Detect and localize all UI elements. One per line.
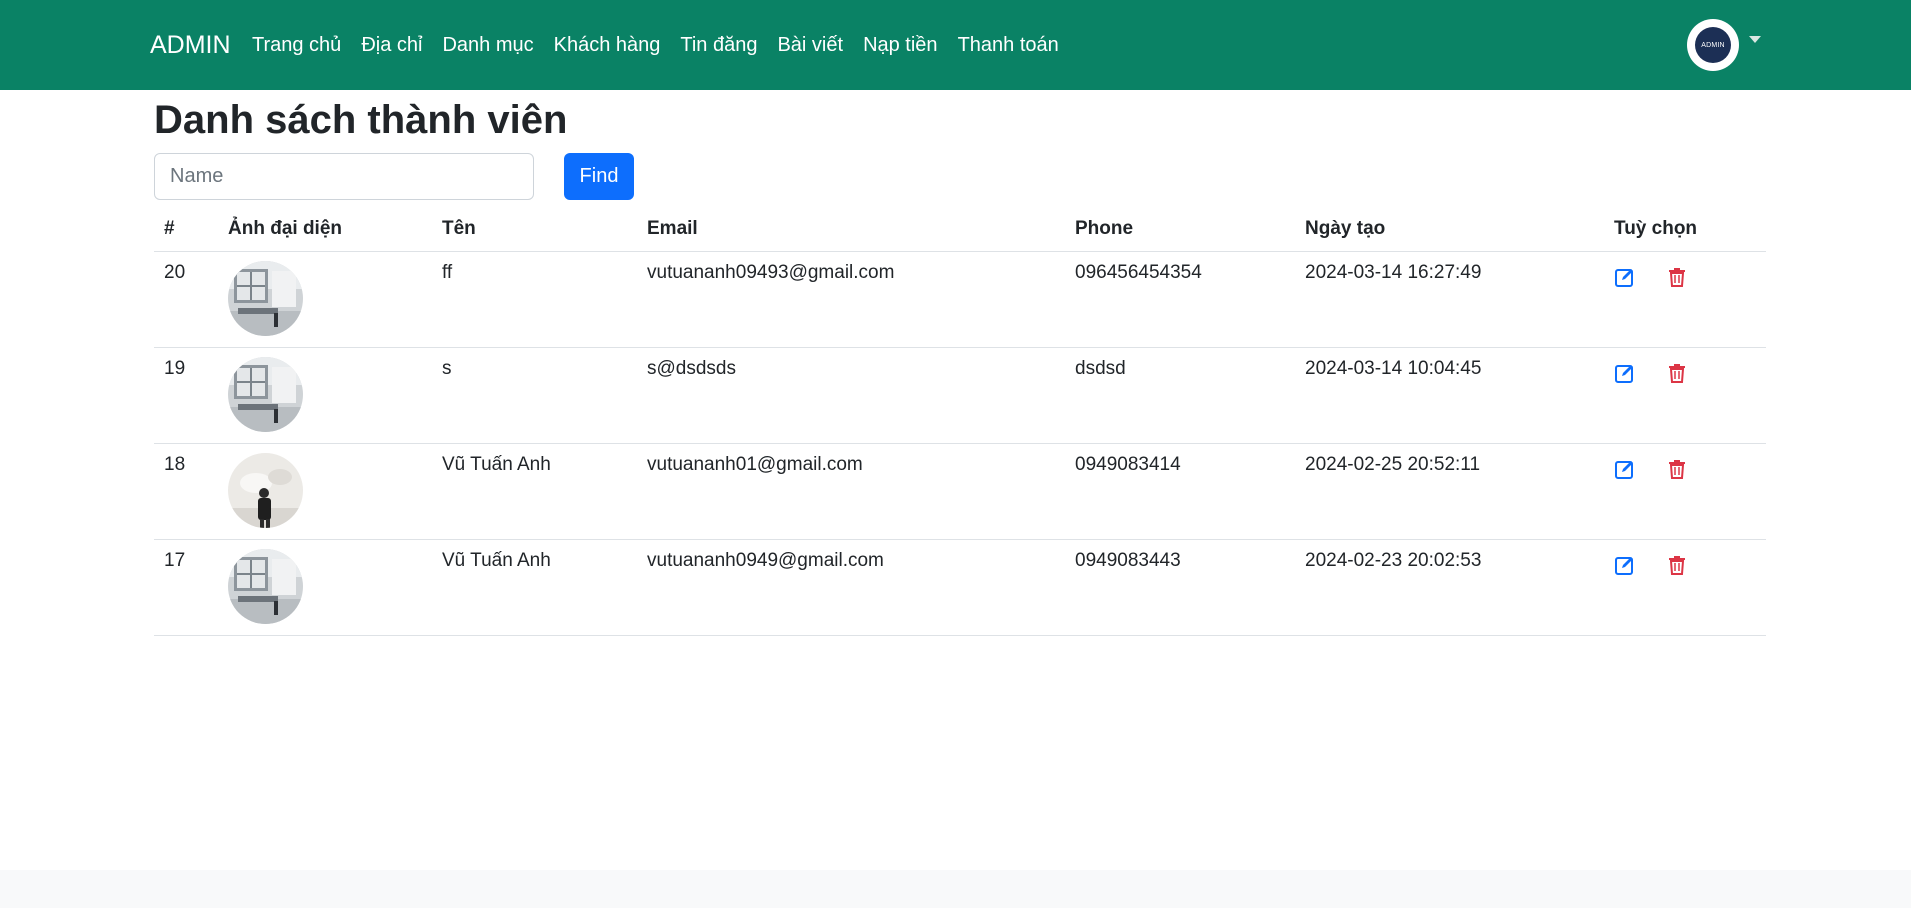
- cell-id: 17: [154, 539, 218, 636]
- nav-link-thanh-toan[interactable]: Thanh toán: [958, 34, 1059, 56]
- find-button[interactable]: Find: [564, 153, 634, 200]
- cell-avatar: [218, 251, 432, 348]
- brand-link[interactable]: ADMIN: [150, 0, 231, 90]
- cell-phone: dsdsd: [1065, 347, 1295, 444]
- cell-email: vutuananh01@gmail.com: [637, 443, 1065, 540]
- nav-link-trang-chu[interactable]: Trang chủ: [252, 34, 341, 56]
- cell-created: 2024-02-25 20:52:11: [1295, 443, 1604, 540]
- cell-email: s@dsdsds: [637, 347, 1065, 444]
- table-row: 17 Vũ Tuấn Anh vutuananh0949@gmail.com 0: [154, 539, 1766, 636]
- members-table: # Ảnh đại diện Tên Email Phone Ngày tạo …: [154, 207, 1766, 636]
- avatar-photo: [228, 356, 303, 432]
- search-input[interactable]: [154, 153, 534, 200]
- header-email: Email: [637, 207, 1065, 252]
- header-id: #: [154, 207, 218, 252]
- top-navbar: ADMIN Trang chủ Địa chỉ Danh mục Khách h…: [0, 0, 1911, 90]
- table-header-row: # Ảnh đại diện Tên Email Phone Ngày tạo …: [154, 207, 1766, 252]
- cell-name: Vũ Tuấn Anh: [432, 539, 637, 636]
- cell-avatar: [218, 539, 432, 636]
- edit-icon[interactable]: [1614, 266, 1636, 288]
- avatar-photo: [228, 452, 303, 528]
- cell-actions: [1604, 443, 1766, 540]
- cell-name: ff: [432, 251, 637, 348]
- header-options: Tuỳ chọn: [1604, 207, 1766, 252]
- avatar[interactable]: ADMIN: [1687, 19, 1739, 71]
- cell-avatar: [218, 347, 432, 444]
- cell-id: 18: [154, 443, 218, 540]
- edit-icon[interactable]: [1614, 362, 1636, 384]
- table-row: 18 Vũ Tuấn Anh vutuananh01@gmail.com 094…: [154, 443, 1766, 540]
- cell-email: vutuananh0949@gmail.com: [637, 539, 1065, 636]
- page-title: Danh sách thành viên: [154, 98, 568, 142]
- cell-id: 20: [154, 251, 218, 348]
- header-created: Ngày tạo: [1295, 207, 1604, 252]
- header-avatar: Ảnh đại diện: [218, 207, 432, 252]
- cell-email: vutuananh09493@gmail.com: [637, 251, 1065, 348]
- trash-icon[interactable]: [1666, 362, 1688, 384]
- header-name: Tên: [432, 207, 637, 252]
- cell-created: 2024-03-14 10:04:45: [1295, 347, 1604, 444]
- cell-name: Vũ Tuấn Anh: [432, 443, 637, 540]
- cell-phone: 096456454354: [1065, 251, 1295, 348]
- table-row: 20 ff vutuananh09493@gmail.com 096456454: [154, 251, 1766, 348]
- header-phone: Phone: [1065, 207, 1295, 252]
- cell-avatar: [218, 443, 432, 540]
- cell-phone: 0949083414: [1065, 443, 1295, 540]
- nav-link-nap-tien[interactable]: Nạp tiền: [863, 34, 938, 56]
- trash-icon[interactable]: [1666, 266, 1688, 288]
- nav-link-bai-viet[interactable]: Bài viết: [777, 34, 843, 56]
- nav-link-danh-muc[interactable]: Danh mục: [442, 34, 533, 56]
- cell-created: 2024-02-23 20:02:53: [1295, 539, 1604, 636]
- cell-actions: [1604, 539, 1766, 636]
- user-menu-dropdown[interactable]: ADMIN: [1687, 19, 1761, 71]
- footer: [0, 870, 1911, 908]
- avatar-logo: ADMIN: [1695, 27, 1731, 63]
- trash-icon[interactable]: [1666, 554, 1688, 576]
- nav-link-tin-dang[interactable]: Tin đăng: [680, 34, 757, 56]
- caret-down-icon[interactable]: [1749, 35, 1761, 43]
- cell-created: 2024-03-14 16:27:49: [1295, 251, 1604, 348]
- cell-name: s: [432, 347, 637, 444]
- edit-icon[interactable]: [1614, 458, 1636, 480]
- cell-phone: 0949083443: [1065, 539, 1295, 636]
- trash-icon[interactable]: [1666, 458, 1688, 480]
- nav-link-dia-chi[interactable]: Địa chỉ: [361, 34, 422, 56]
- avatar-photo: [228, 260, 303, 336]
- nav-link-khach-hang[interactable]: Khách hàng: [554, 34, 661, 56]
- avatar-photo: [228, 548, 303, 624]
- edit-icon[interactable]: [1614, 554, 1636, 576]
- nav-links: Trang chủ Địa chỉ Danh mục Khách hàng Ti…: [252, 0, 1079, 90]
- table-row: 19 s s@dsdsds dsdsd 2024-03-14 10:04:45: [154, 347, 1766, 444]
- cell-actions: [1604, 347, 1766, 444]
- cell-actions: [1604, 251, 1766, 348]
- cell-id: 19: [154, 347, 218, 444]
